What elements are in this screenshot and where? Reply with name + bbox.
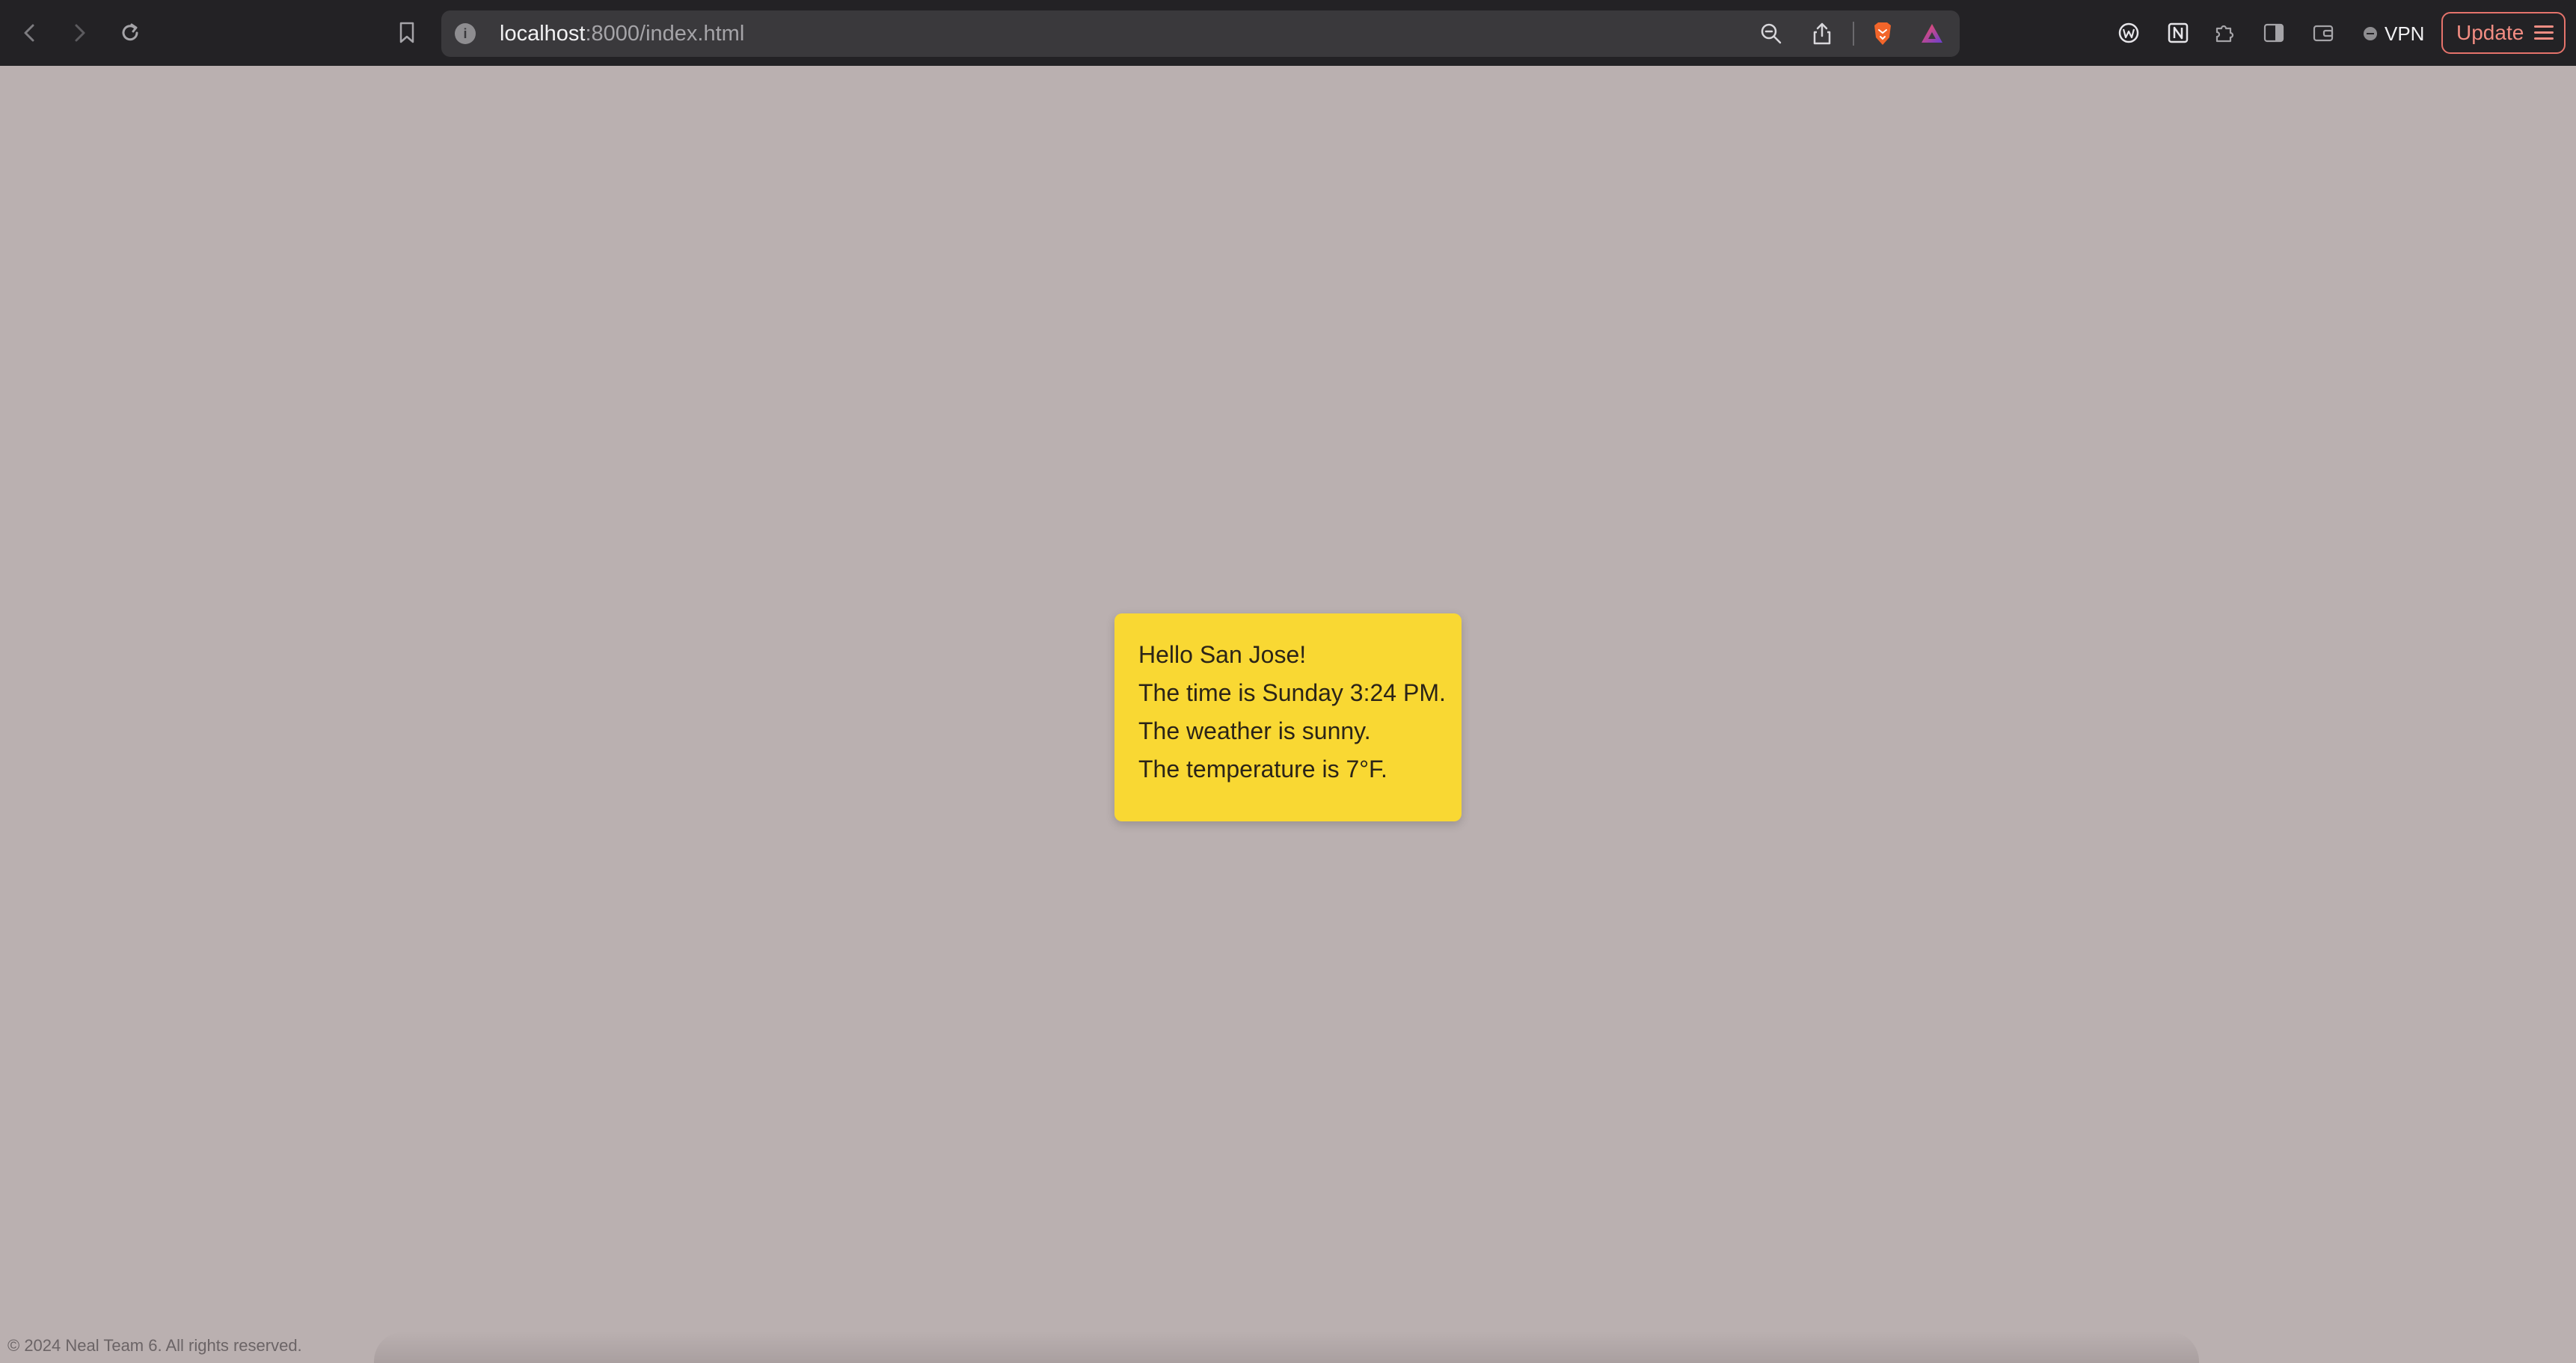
vpn-status-icon (2364, 27, 2377, 40)
notion-icon[interactable] (2159, 13, 2198, 52)
url-host: localhost (500, 22, 586, 46)
temperature-text: The temperature is 7°F. (1138, 756, 1387, 782)
back-icon[interactable] (10, 13, 49, 52)
time-text: The time is Sunday 3:24 PM. (1138, 679, 1446, 706)
vpn-label: VPN (2385, 22, 2425, 45)
forward-icon[interactable] (60, 13, 99, 52)
reload-icon[interactable] (111, 13, 150, 52)
url-path: :8000/index.html (585, 22, 745, 46)
weather-text: The weather is sunny. (1138, 717, 1371, 744)
share-icon[interactable] (1809, 20, 1836, 47)
update-button[interactable]: Update (2441, 12, 2566, 54)
greeting-text: Hello San Jose! (1138, 641, 1307, 668)
zoom-out-icon[interactable] (1758, 20, 1785, 47)
brave-rewards-icon[interactable] (1919, 20, 1945, 47)
site-info-icon[interactable]: i (455, 23, 476, 44)
browser-toolbar: i localhost:8000/index.html VPN Update (0, 0, 2576, 66)
menu-icon (2534, 25, 2554, 40)
wallet-icon[interactable] (2304, 13, 2343, 52)
bottom-shadow (374, 1332, 2199, 1363)
update-label: Update (2456, 21, 2524, 44)
address-bar[interactable]: i localhost:8000/index.html (441, 10, 1960, 57)
footer-copyright: © 2024 Neal Team 6. All rights reserved. (7, 1336, 302, 1355)
url-text[interactable]: localhost:8000/index.html (500, 10, 744, 57)
brave-shields-icon[interactable] (1869, 20, 1896, 47)
url-separator (1853, 22, 1854, 46)
weather-card: Hello San Jose! The time is Sunday 3:24 … (1114, 613, 1462, 821)
sidebar-icon[interactable] (2254, 13, 2293, 52)
extension-w-icon[interactable] (2109, 13, 2148, 52)
bookmark-icon[interactable] (387, 13, 426, 52)
extensions-puzzle-icon[interactable] (2205, 13, 2244, 52)
vpn-button[interactable]: VPN (2364, 18, 2424, 49)
